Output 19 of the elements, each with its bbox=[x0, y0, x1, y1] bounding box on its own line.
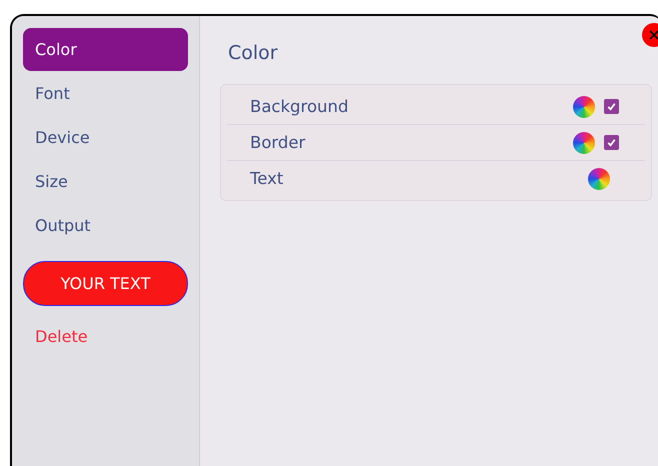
check-icon bbox=[606, 137, 617, 148]
row-label: Text bbox=[250, 169, 284, 188]
close-icon bbox=[648, 29, 658, 41]
color-wheel-icon[interactable] bbox=[573, 96, 595, 118]
sidebar-item[interactable]: Device bbox=[23, 116, 188, 159]
checkbox[interactable] bbox=[604, 135, 619, 150]
row-label: Background bbox=[250, 97, 348, 116]
row-label: Border bbox=[250, 133, 306, 152]
sidebar-item[interactable]: Font bbox=[23, 72, 188, 115]
delete-link[interactable]: Delete bbox=[23, 327, 188, 346]
color-wheel-icon[interactable] bbox=[573, 132, 595, 154]
color-wheel-icon[interactable] bbox=[588, 168, 610, 190]
sidebar-item[interactable]: Size bbox=[23, 160, 188, 203]
sidebar-item[interactable]: Color bbox=[23, 28, 188, 71]
text-preview-button[interactable]: YOUR TEXT bbox=[23, 261, 188, 306]
checkbox[interactable] bbox=[604, 99, 619, 114]
sidebar-item[interactable]: Output bbox=[23, 204, 188, 247]
check-icon bbox=[606, 101, 617, 112]
panel-title: Color bbox=[227, 42, 279, 64]
